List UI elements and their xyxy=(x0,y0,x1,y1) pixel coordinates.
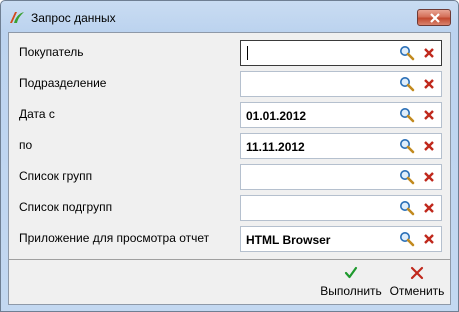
field-value: 01.01.2012 xyxy=(246,109,307,123)
close-window-button[interactable] xyxy=(417,9,451,26)
close-icon xyxy=(430,13,440,23)
clear-icon[interactable] xyxy=(423,202,435,214)
field-label: Дата с xyxy=(19,107,55,121)
field-label: Список групп xyxy=(19,169,93,183)
clear-icon[interactable] xyxy=(423,233,435,245)
date-to-input[interactable]: 11.11.2012 xyxy=(240,133,442,159)
field-value: HTML Browser xyxy=(246,233,331,247)
customer-input[interactable] xyxy=(240,40,442,66)
field-row-date-to: по 11.11.2012 xyxy=(9,130,450,159)
search-icon[interactable] xyxy=(399,138,415,154)
window-title: Запрос данных xyxy=(31,11,116,25)
field-label: Список подгрупп xyxy=(19,200,113,214)
field-row-group-list: Список групп xyxy=(9,161,450,190)
clear-icon[interactable] xyxy=(423,78,435,90)
title-bar[interactable]: Запрос данных xyxy=(1,1,458,31)
field-value: 11.11.2012 xyxy=(246,140,305,154)
field-row-date-from: Дата с 01.01.2012 xyxy=(9,99,450,128)
search-icon[interactable] xyxy=(399,107,415,123)
cancel-x-icon xyxy=(410,266,424,280)
group-list-input[interactable] xyxy=(240,164,442,190)
checkmark-icon xyxy=(344,266,358,279)
field-row-department: Подразделение xyxy=(9,68,450,97)
app-logo-icon xyxy=(9,10,25,24)
clear-icon[interactable] xyxy=(423,140,435,152)
field-label: Приложение для просмотра отчет xyxy=(19,231,210,245)
field-label: Подразделение xyxy=(19,76,107,90)
subgroup-list-input[interactable] xyxy=(240,195,442,221)
field-row-viewer-app: Приложение для просмотра отчет HTML Brow… xyxy=(9,223,450,252)
divider xyxy=(9,259,450,260)
cancel-button[interactable]: Отменить xyxy=(387,266,447,304)
field-row-subgroup-list: Список подгрупп xyxy=(9,192,450,221)
department-input[interactable] xyxy=(240,71,442,97)
field-label: Покупатель xyxy=(19,45,84,59)
search-icon[interactable] xyxy=(399,169,415,185)
clear-icon[interactable] xyxy=(423,109,435,121)
field-row-customer: Покупатель xyxy=(9,37,450,66)
search-icon[interactable] xyxy=(399,231,415,247)
cancel-button-label: Отменить xyxy=(389,284,445,298)
form-panel: Покупатель Подразделение Дата с 01.01.20… xyxy=(8,32,451,305)
viewer-app-input[interactable]: HTML Browser xyxy=(240,226,442,252)
clear-icon[interactable] xyxy=(423,171,435,183)
execute-button[interactable]: Выполнить xyxy=(317,266,385,304)
field-label: по xyxy=(19,138,33,152)
dialog-window: Запрос данных Покупатель Подразделение Д… xyxy=(0,0,459,312)
date-from-input[interactable]: 01.01.2012 xyxy=(240,102,442,128)
search-icon[interactable] xyxy=(399,45,415,61)
search-icon[interactable] xyxy=(399,200,415,216)
clear-icon[interactable] xyxy=(423,47,435,59)
text-caret xyxy=(247,46,248,60)
search-icon[interactable] xyxy=(399,76,415,92)
execute-button-label: Выполнить xyxy=(320,284,382,298)
